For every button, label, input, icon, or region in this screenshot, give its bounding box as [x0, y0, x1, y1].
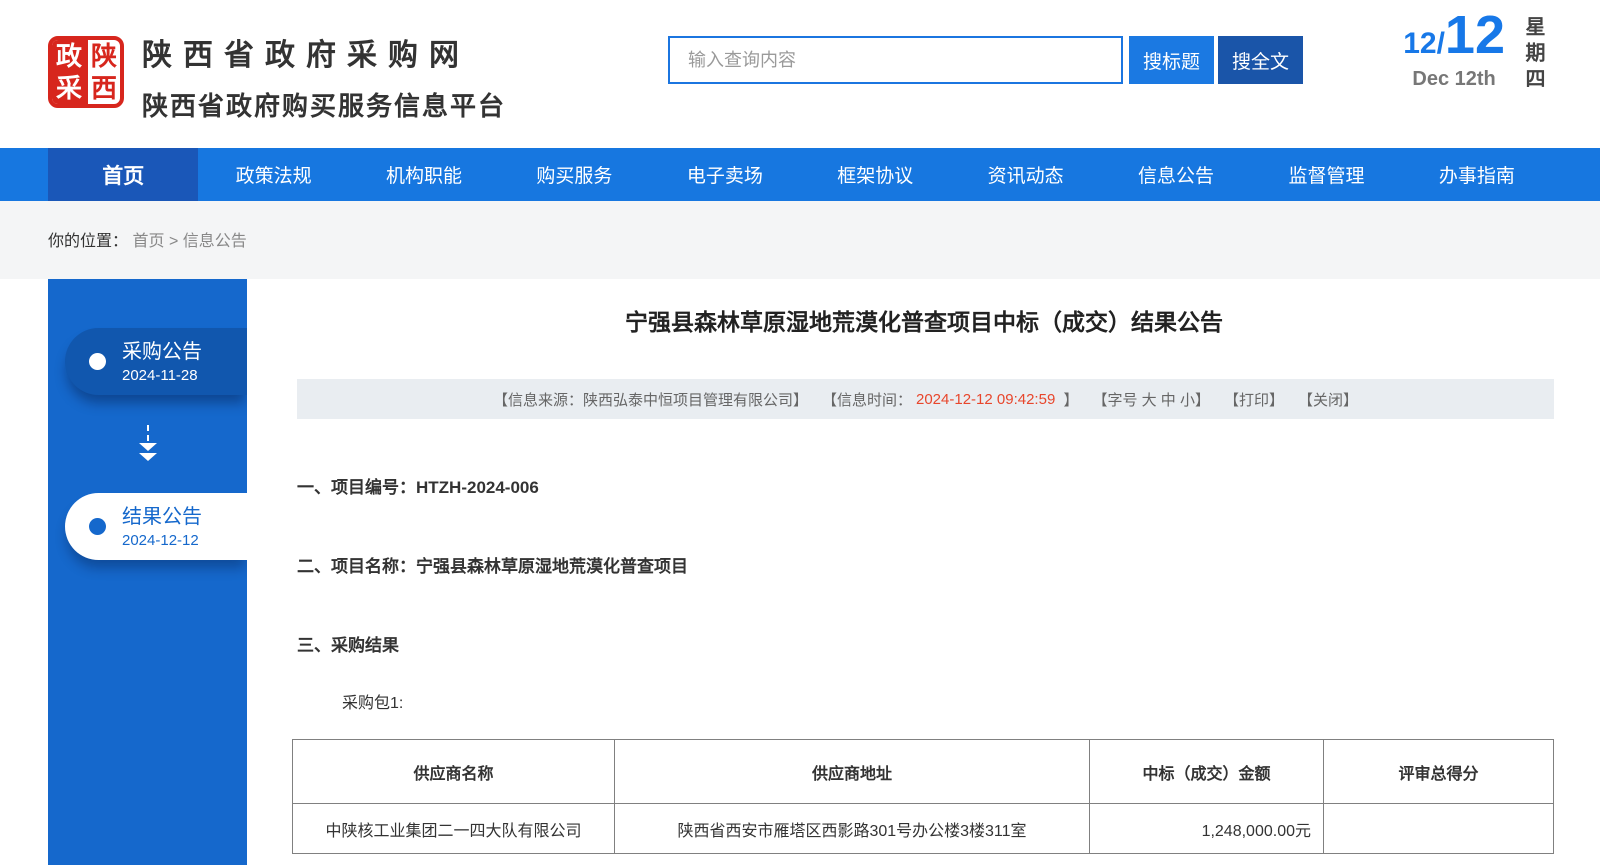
- date-widget: 12/ 12 Dec 12th 星期四: [1403, 8, 1548, 94]
- step-dot-icon: [89, 518, 106, 535]
- table-header-row: 供应商名称 供应商地址 中标（成交）金额 评审总得分: [293, 740, 1554, 804]
- main-region: 采购公告 2024-11-28 结果公告 2024-12-12 宁强县森林草原湿…: [0, 279, 1600, 865]
- header-award-amount: 中标（成交）金额: [1090, 740, 1324, 804]
- table-row: 中陕核工业集团二一四大队有限公司 陕西省西安市雁塔区西影路301号办公楼3楼31…: [293, 804, 1554, 854]
- nav-item-functions[interactable]: 机构职能: [349, 148, 499, 201]
- article-meta-bar: 【信息来源：陕西弘泰中恒项目管理有限公司】 【信息时间： 2024-12-12 …: [297, 379, 1554, 419]
- timeline-sidebar: 采购公告 2024-11-28 结果公告 2024-12-12: [48, 279, 247, 865]
- search-bar: 搜标题 搜全文: [668, 36, 1303, 84]
- nav-item-announcements[interactable]: 信息公告: [1101, 148, 1251, 201]
- section-project-number: 一、项目编号：HTZH-2024-006: [297, 473, 1600, 498]
- step-date: 2024-12-12: [122, 532, 202, 549]
- package-label: 采购包1:: [342, 689, 1600, 713]
- cell-review-score: [1324, 804, 1554, 854]
- breadcrumb-label: 你的位置：: [48, 233, 128, 250]
- nav-item-policy[interactable]: 政策法规: [198, 148, 348, 201]
- site-title: 陕西省政府采购网: [142, 30, 506, 74]
- step-title: 采购公告: [122, 340, 202, 364]
- nav-item-home[interactable]: 首页: [48, 148, 198, 201]
- search-title-button[interactable]: 搜标题: [1129, 36, 1214, 84]
- date-day: 12: [1445, 8, 1505, 62]
- brand-block: 陕西省政府采购网 陕西省政府购买服务信息平台: [142, 30, 506, 123]
- site-logo-seal[interactable]: 政 采 陕 西: [48, 36, 124, 108]
- nav-item-guide[interactable]: 办事指南: [1402, 148, 1552, 201]
- nav-item-news[interactable]: 资讯动态: [950, 148, 1100, 201]
- page: 政 采 陕 西 陕西省政府采购网 陕西省政府购买服务信息平台 搜标题 搜全文 1…: [0, 0, 1600, 865]
- meta-source: 【信息来源：陕西弘泰中恒项目管理有限公司】: [493, 389, 808, 410]
- main-nav: 首页 政策法规 机构职能 购买服务 电子卖场 框架协议 资讯动态 信息公告 监督…: [0, 148, 1600, 201]
- breadcrumb-home-link[interactable]: 首页: [132, 233, 164, 250]
- step-title: 结果公告: [122, 505, 202, 529]
- seal-left-column: 政 采: [52, 40, 86, 104]
- meta-time-value: 2024-12-12 09:42:59: [916, 391, 1055, 408]
- seal-char: 政: [52, 40, 86, 72]
- date-month: 12/: [1403, 27, 1445, 61]
- result-table: 供应商名称 供应商地址 中标（成交）金额 评审总得分 中陕核工业集团二一四大队有…: [292, 739, 1554, 854]
- print-button[interactable]: 【打印】: [1224, 389, 1284, 410]
- nav-item-supervision[interactable]: 监督管理: [1251, 148, 1401, 201]
- breadcrumb-separator: >: [169, 233, 178, 250]
- search-fulltext-button[interactable]: 搜全文: [1218, 36, 1303, 84]
- meta-time-label: 【信息时间：: [822, 389, 912, 410]
- nav-item-purchase-service[interactable]: 购买服务: [499, 148, 649, 201]
- header-review-score: 评审总得分: [1324, 740, 1554, 804]
- seal-char: 西: [86, 72, 120, 104]
- seal-char: 陕: [86, 40, 120, 72]
- breadcrumb-bar: 你的位置： 首页 > 信息公告: [0, 201, 1600, 279]
- article-content: 宁强县森林草原湿地荒漠化普查项目中标（成交）结果公告 【信息来源：陕西弘泰中恒项…: [247, 279, 1600, 865]
- header-supplier-name: 供应商名称: [293, 740, 615, 804]
- step-date: 2024-11-28: [122, 367, 202, 384]
- nav-item-emall[interactable]: 电子卖场: [650, 148, 800, 201]
- article-title: 宁强县森林草原湿地荒漠化普查项目中标（成交）结果公告: [247, 303, 1600, 337]
- breadcrumb: 你的位置： 首页 > 信息公告: [48, 227, 247, 251]
- seal-right-column: 陕 西: [86, 40, 120, 104]
- section-procurement-result: 三、采购结果: [297, 631, 1600, 656]
- seal-char: 采: [52, 72, 86, 104]
- cell-supplier-address: 陕西省西安市雁塔区西影路301号办公楼3楼311室: [615, 804, 1090, 854]
- arrow-down-icon: [128, 425, 168, 465]
- timeline-step-procurement-announcement[interactable]: 采购公告 2024-11-28: [65, 328, 247, 395]
- step-dot-icon: [89, 353, 106, 370]
- date-weekday: 星期四: [1519, 16, 1548, 94]
- site-header: 政 采 陕 西 陕西省政府采购网 陕西省政府购买服务信息平台 搜标题 搜全文 1…: [0, 0, 1600, 148]
- date-number: 12/ 12: [1403, 8, 1505, 62]
- cell-supplier-name: 中陕核工业集团二一四大队有限公司: [293, 804, 615, 854]
- timeline-step-result-announcement[interactable]: 结果公告 2024-12-12: [65, 493, 247, 560]
- section-project-name: 二、项目名称：宁强县森林草原湿地荒漠化普查项目: [297, 552, 1600, 577]
- header-supplier-address: 供应商地址: [615, 740, 1090, 804]
- meta-time-close: 】: [1059, 389, 1078, 410]
- cell-award-amount: 1,248,000.00元: [1090, 804, 1324, 854]
- site-subtitle: 陕西省政府购买服务信息平台: [142, 86, 506, 123]
- close-button[interactable]: 【关闭】: [1298, 389, 1358, 410]
- font-size-controls[interactable]: 【字号 大 中 小】: [1092, 389, 1210, 410]
- search-input[interactable]: [668, 36, 1123, 84]
- breadcrumb-current-link[interactable]: 信息公告: [183, 233, 247, 250]
- date-main: 12/ 12 Dec 12th: [1403, 8, 1505, 91]
- main-nav-items: 首页 政策法规 机构职能 购买服务 电子卖场 框架协议 资讯动态 信息公告 监督…: [48, 148, 1552, 201]
- date-english: Dec 12th: [1412, 68, 1495, 91]
- nav-item-framework[interactable]: 框架协议: [800, 148, 950, 201]
